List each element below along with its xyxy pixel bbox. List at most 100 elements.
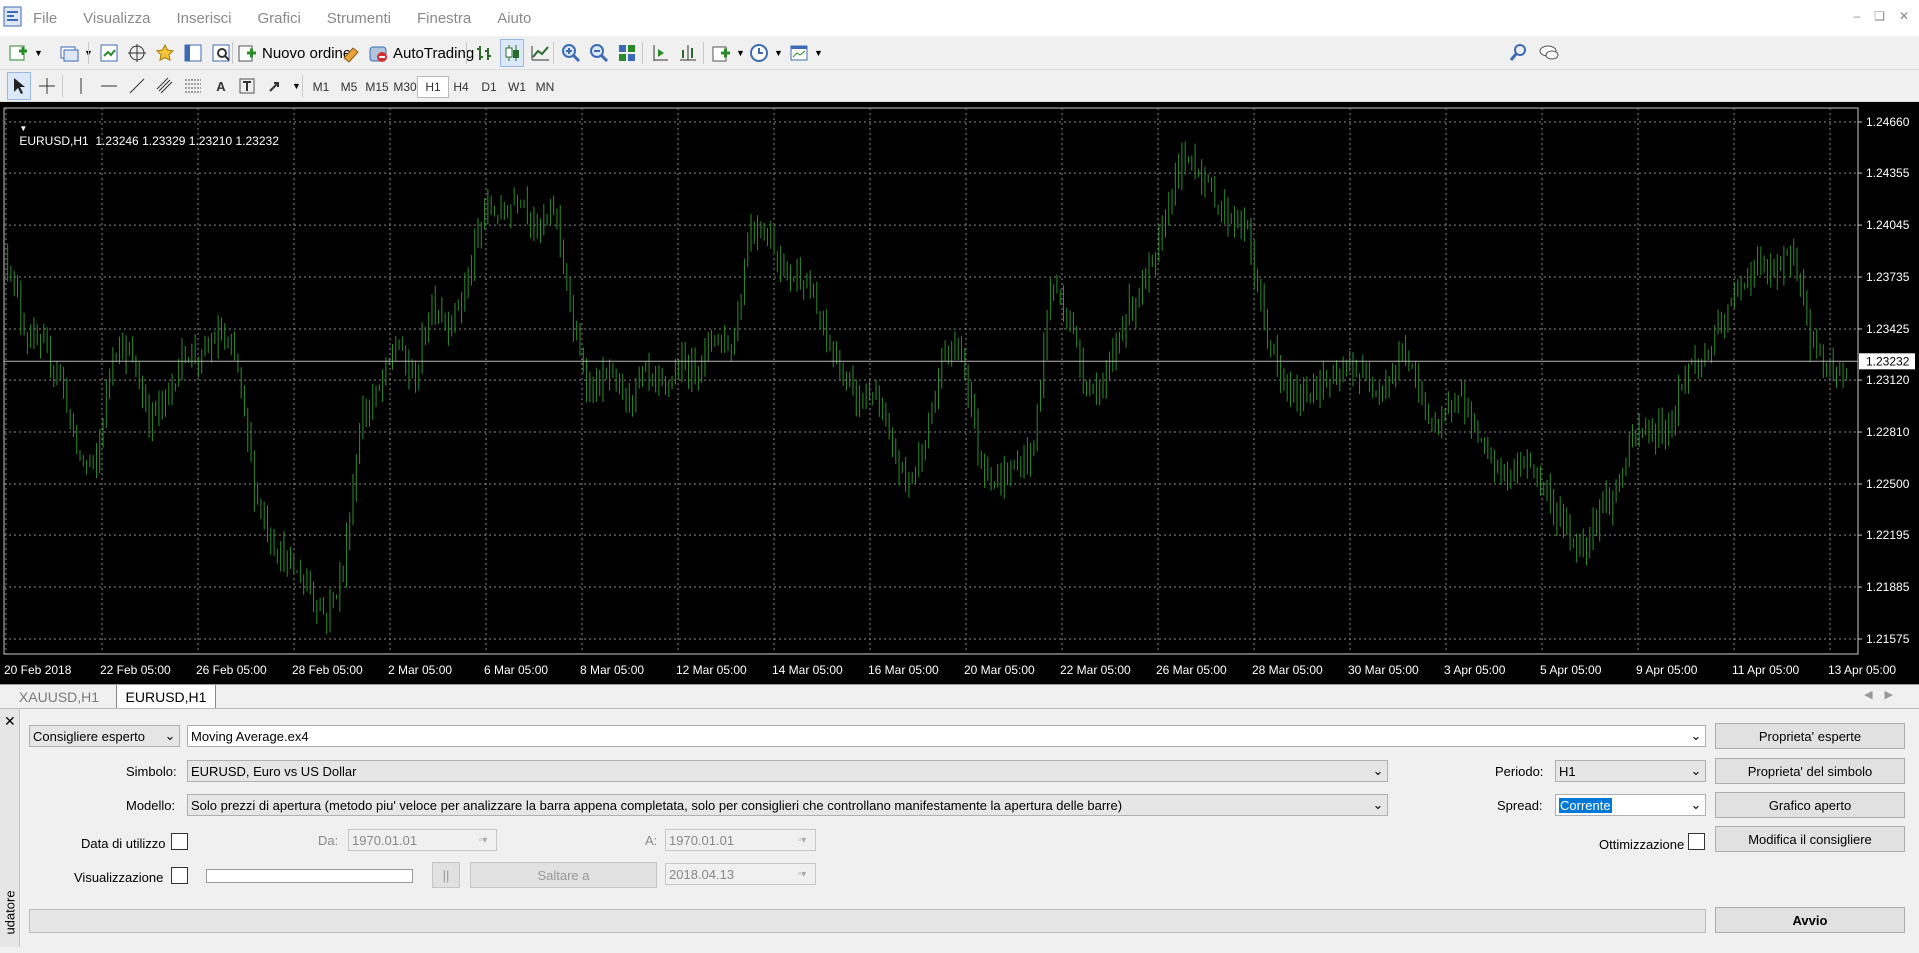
candlestick-button[interactable] [500,39,524,67]
horizontal-line-button[interactable] [98,73,120,99]
close-icon[interactable]: ✕ [1899,9,1909,23]
menu-help[interactable]: Aiuto [497,10,531,27]
x-tick-label: 16 Mar 05:00 [868,663,939,677]
terminal-button[interactable] [182,40,204,66]
start-button[interactable]: Avvio [1715,907,1905,933]
indicators-button[interactable]: ▼ [710,40,745,66]
new-chart-icon [9,45,27,61]
tile-windows-icon [619,45,635,61]
fibonacci-icon [185,79,201,93]
x-tick-label: 14 Mar 05:00 [772,663,843,677]
visualization-checkbox[interactable] [171,867,188,884]
from-date-field[interactable]: 1970.01.01 ▫▾ [348,829,497,851]
search-icon [1509,44,1526,61]
skip-date-field[interactable]: 2018.04.13 ▫▾ [665,863,816,885]
x-tick-label: 26 Feb 05:00 [196,663,267,677]
calendar-dropdown-icon[interactable]: ▫▾ [791,832,813,848]
minimize-icon[interactable]: – [1853,9,1860,23]
data-window-button[interactable] [126,40,148,66]
collapse-triangle-icon[interactable]: ▼ [19,124,27,133]
editor-icon [343,47,359,63]
periods-button[interactable]: ▼ [748,40,783,66]
tile-windows-button[interactable] [616,40,638,66]
menu-insert[interactable]: Inserisci [176,10,231,27]
x-tick-label: 12 Mar 05:00 [676,663,747,677]
templates-button[interactable]: ▼ [788,40,823,66]
chart-canvas[interactable]: 1.24660 1.24355 1.24045 1.23735 1.23425 1.231… [0,102,1919,684]
symbol-select[interactable]: EURUSD, Euro vs US Dollar ⌄ [187,760,1388,782]
x-tick-label: 28 Feb 05:00 [292,663,363,677]
navigator-button[interactable] [154,40,176,66]
strategy-tester-button[interactable] [210,40,232,66]
new-chart-button[interactable]: ▼ [8,40,43,66]
calendar-dropdown-icon[interactable]: ▫▾ [791,866,813,882]
search-button[interactable] [1508,40,1530,66]
expert-select[interactable]: Moving Average.ex4 ⌄ [187,725,1706,747]
current-price-label: 1.23232 [1866,354,1910,368]
x-tick-label: 26 Mar 05:00 [1156,663,1227,677]
chart-shift-button[interactable] [677,40,699,66]
zoom-in-button[interactable] [560,40,582,66]
spread-select[interactable]: Corrente ⌄ [1555,794,1706,816]
symbol-value: EURUSD, Euro vs US Dollar [191,763,357,779]
menu-file[interactable]: File [33,10,57,27]
line-chart-button[interactable] [529,40,551,66]
text-label-button[interactable] [236,73,258,99]
pause-button[interactable]: || [432,862,460,888]
menu-window[interactable]: Finestra [417,10,471,27]
auto-scroll-icon [653,45,668,61]
menu-tools[interactable]: Strumenti [327,10,391,27]
crosshair-icon [128,44,146,62]
mode-select[interactable]: Consigliere esperto ⌄ [29,725,180,747]
use-date-checkbox[interactable] [171,833,188,850]
auto-scroll-button[interactable] [649,40,671,66]
spread-label: Spread: [1497,798,1543,813]
to-date-field[interactable]: 1970.01.01 ▫▾ [665,829,816,851]
equidistant-channel-button[interactable] [154,73,176,99]
symbol-label: Simbolo: [126,764,177,779]
expert-properties-button[interactable]: Proprieta' esperte [1715,723,1905,749]
open-chart-button[interactable]: Grafico aperto [1715,792,1905,818]
tab-xauusd[interactable]: XAUUSD,H1 [2,685,116,709]
tester-sidebar: ✕ udatore [0,709,20,947]
fibonacci-button[interactable] [182,73,204,99]
y-tick-label: 1.24045 [1866,218,1910,232]
price-chart[interactable]: 1.24660 1.24355 1.24045 1.23735 1.23425 1.231… [0,102,1919,684]
plot-frame [3,107,1859,655]
zoom-out-button[interactable] [588,40,610,66]
model-select[interactable]: Solo prezzi di apertura (metodo piu' vel… [187,794,1388,816]
tab-eurusd[interactable]: EURUSD,H1 [116,685,216,709]
skip-to-button[interactable]: Saltare a [470,862,657,888]
metaeditor-button[interactable] [340,40,362,66]
chevron-down-icon: ⌄ [1690,763,1702,778]
optimization-checkbox[interactable] [1688,833,1705,850]
tab-scroll-arrows[interactable]: ◀▶ [1864,688,1905,701]
symbol-properties-button[interactable]: Proprieta' del simbolo [1715,758,1905,784]
x-tick-label: 20 Mar 05:00 [964,663,1035,677]
trendline-button[interactable] [126,73,148,99]
crosshair-button[interactable] [36,73,58,99]
x-tick-label: 8 Mar 05:00 [580,663,644,677]
menu-charts[interactable]: Grafici [257,10,300,27]
restore-icon[interactable]: ❏ [1874,9,1885,23]
chat-button[interactable] [1538,40,1560,66]
autotrading-button[interactable]: AutoTrading [367,40,474,66]
vertical-line-button[interactable] [70,73,92,99]
market-watch-button[interactable] [98,40,120,66]
period-select[interactable]: H1 ⌄ [1555,760,1706,782]
bar-chart-button[interactable] [473,40,495,66]
period-label: Periodo: [1495,764,1544,779]
new-order-button[interactable]: Nuovo ordine [236,40,351,66]
arrows-button[interactable]: ▼ [266,73,301,99]
text-button[interactable]: A [210,73,232,99]
visualization-speed-slider[interactable] [206,869,413,883]
close-panel-icon[interactable]: ✕ [4,713,16,730]
modify-expert-button[interactable]: Modifica il consigliere [1715,826,1905,852]
calendar-dropdown-icon[interactable]: ▫▾ [472,832,494,848]
line-chart-icon [531,46,549,61]
menu-view[interactable]: Visualizza [83,10,150,27]
chart-header-text: EURUSD,H1 1.23246 1.23329 1.23210 1.2323… [19,134,279,148]
test-progress-bar [29,909,1706,933]
tf-mn[interactable]: MN [529,76,561,98]
cursor-button[interactable] [7,72,31,100]
